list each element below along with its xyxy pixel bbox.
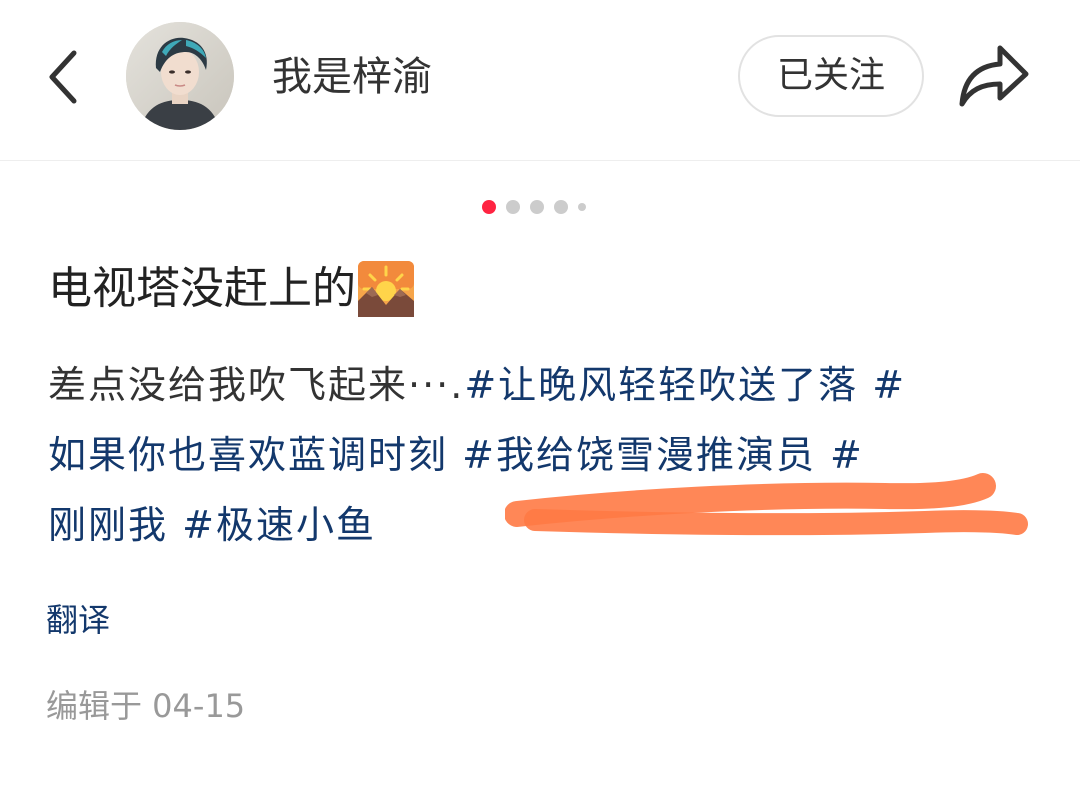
follow-button[interactable]: 已关注 bbox=[738, 35, 924, 117]
hashtag-link[interactable]: 刚刚我 bbox=[48, 503, 168, 547]
edit-timestamp: 编辑于 04-15 bbox=[46, 687, 246, 725]
note-title: 电视塔没赶上的 bbox=[48, 258, 414, 320]
chevron-left-icon bbox=[49, 50, 77, 104]
hashtag-link[interactable]: 如果你也喜欢蓝调时刻 bbox=[48, 433, 448, 477]
carousel-dot[interactable] bbox=[554, 200, 568, 214]
share-arrow-icon bbox=[959, 45, 1029, 107]
hashtag-link[interactable]: #让晚风轻轻吹送了落 # bbox=[464, 363, 906, 407]
carousel-dot[interactable] bbox=[530, 200, 544, 214]
author-avatar[interactable] bbox=[126, 22, 234, 130]
note-header: 我是梓渝 已关注 bbox=[0, 0, 1080, 161]
carousel-dot[interactable] bbox=[506, 200, 520, 214]
carousel-dot-active[interactable] bbox=[482, 200, 496, 214]
marker-scribble bbox=[505, 473, 1028, 536]
note-body-text: 差点没给我吹飞起来···. bbox=[48, 363, 465, 407]
carousel-indicator bbox=[482, 199, 586, 215]
sunrise-over-mountains-icon bbox=[358, 261, 414, 317]
share-button[interactable] bbox=[956, 40, 1032, 112]
translate-link[interactable]: 翻译 bbox=[46, 598, 110, 642]
back-button[interactable] bbox=[40, 45, 88, 109]
hashtag-link[interactable]: #极速小鱼 bbox=[182, 503, 376, 547]
note-title-text: 电视塔没赶上的 bbox=[48, 263, 356, 314]
carousel-dot-more[interactable] bbox=[578, 203, 586, 211]
author-name[interactable]: 我是梓渝 bbox=[272, 52, 432, 102]
